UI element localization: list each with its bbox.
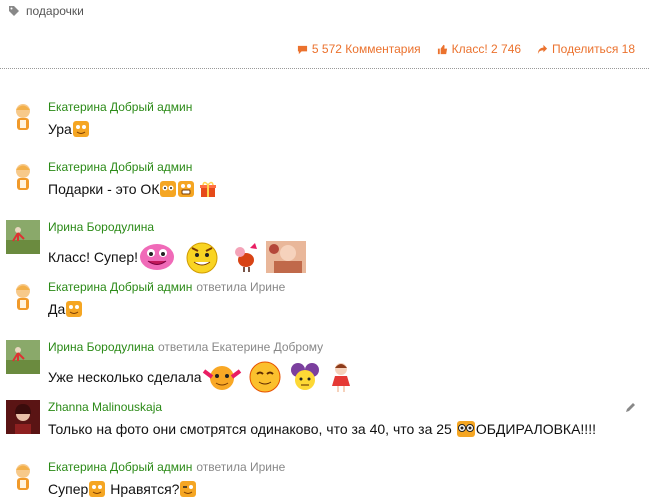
reply-to: ответила Екатерине Доброму <box>158 340 324 354</box>
tag-row[interactable]: подарочки <box>8 4 84 18</box>
bird-icon <box>235 243 258 272</box>
wink-smiley-icon <box>180 481 197 497</box>
yellow-smiley-icon <box>186 242 218 274</box>
girl-icon <box>331 363 350 392</box>
comment-text: Только на фото они смотрятся одинаково, … <box>48 421 452 437</box>
wink-smiley-icon <box>160 181 177 197</box>
doll-avatar[interactable] <box>6 460 40 494</box>
comments-count: 5 572 Комментария <box>311 42 421 56</box>
comment-author[interactable]: Екатерина Добрый админ <box>48 160 192 174</box>
comments-button[interactable]: 5 572 Комментария <box>297 42 421 56</box>
post-actions: 5 572 Комментария Класс! 2 746 Поделитьс… <box>297 42 635 56</box>
reply-to: ответила Ирине <box>196 280 286 294</box>
comment-text: Да <box>48 301 66 317</box>
comment-text: Ура <box>48 121 72 137</box>
smiley-icon <box>89 481 106 497</box>
grin-smiley-icon <box>178 181 195 197</box>
comment-text: Уже несколько сделала <box>48 369 202 385</box>
share-count: Поделиться 18 <box>552 42 635 56</box>
comment-text: Подарки - это ОК <box>48 181 160 197</box>
photo-thumbnail-icon <box>266 241 307 273</box>
purple-hair-smiley-icon <box>290 363 319 390</box>
comment-author[interactable]: Ирина Бородулина <box>48 220 154 234</box>
share-button[interactable]: Поделиться 18 <box>537 42 635 56</box>
gift-icon <box>200 181 217 197</box>
comment-author[interactable]: Екатерина Добрый админ <box>48 280 192 294</box>
comment-text-tail: ОБДИРАЛОВКА!!!! <box>475 421 596 437</box>
smiley-icon <box>66 301 83 317</box>
comment-text-tail: Нравятся? <box>110 481 180 497</box>
tag-label: подарочки <box>26 4 84 18</box>
comment-author[interactable]: Ирина Бородулина <box>48 340 154 354</box>
pencil-icon[interactable] <box>624 402 636 414</box>
photo-avatar[interactable] <box>6 220 40 254</box>
doll-avatar[interactable] <box>6 280 40 314</box>
doll-avatar[interactable] <box>6 160 40 194</box>
smiley-icon <box>72 121 89 137</box>
comment-author[interactable]: Екатерина Добрый админ <box>48 460 192 474</box>
tag-icon <box>9 6 19 16</box>
like-button[interactable]: Класс! 2 746 <box>437 42 521 56</box>
comment-icon <box>297 45 308 54</box>
comment-author[interactable]: Екатерина Добрый админ <box>48 100 192 114</box>
sunglasses-smiley-icon <box>456 421 475 437</box>
comment-author[interactable]: Zhanna Malinouskaja <box>48 400 162 414</box>
blush-smiley-icon <box>249 361 281 393</box>
thumbs-up-icon <box>437 44 447 54</box>
doll-avatar[interactable] <box>6 100 40 134</box>
photo-avatar[interactable] <box>6 340 40 374</box>
portrait-avatar[interactable] <box>6 400 40 434</box>
likes-count: Класс! 2 746 <box>451 42 522 56</box>
reply-to: ответила Ирине <box>196 460 286 474</box>
comment-text: Супер <box>48 481 89 497</box>
share-arrow-icon <box>537 44 548 54</box>
hugging-smiley-icon <box>202 366 241 390</box>
pink-smiley-icon <box>140 244 175 270</box>
comment-text: Класс! Супер! <box>48 249 139 265</box>
divider <box>0 68 649 69</box>
